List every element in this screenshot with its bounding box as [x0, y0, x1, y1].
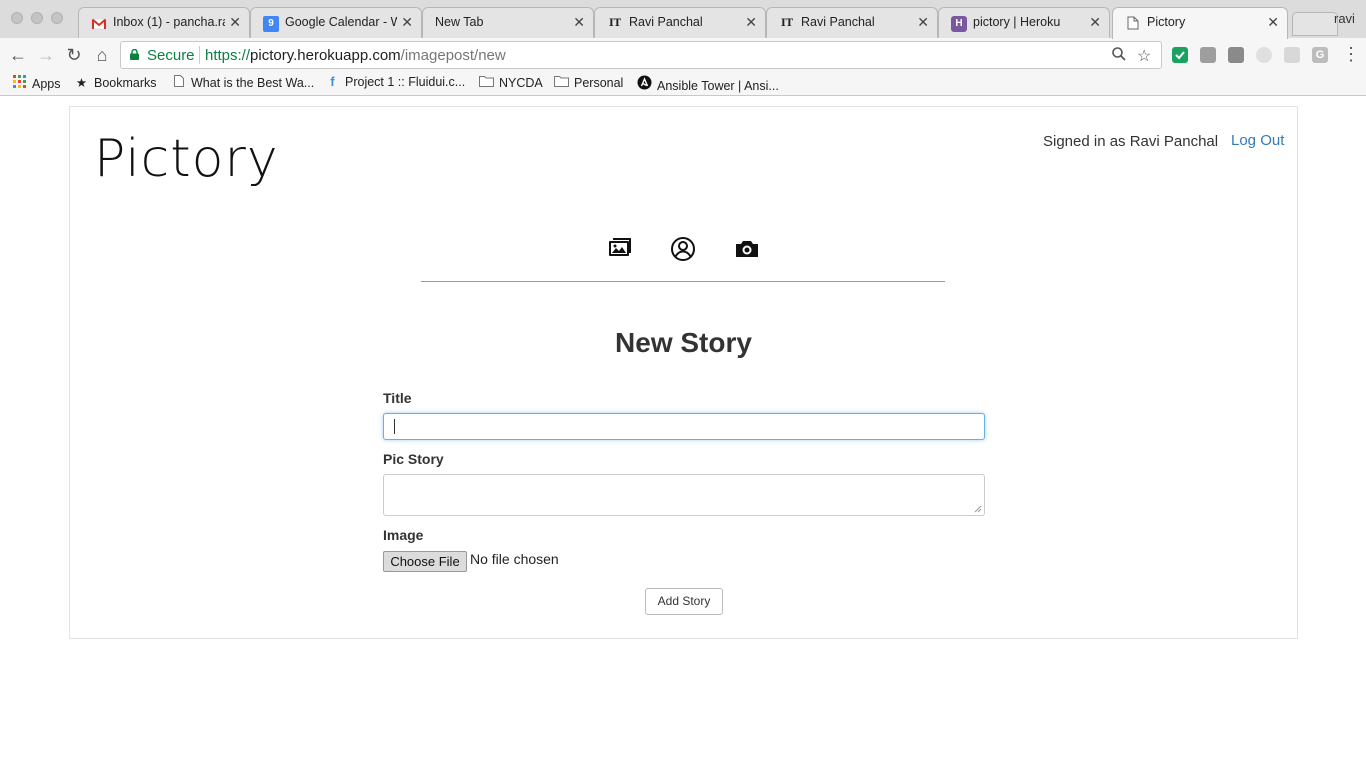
choose-file-button[interactable]: Choose File	[383, 551, 467, 572]
bookmark-bookmarks[interactable]: ★ Bookmarks	[74, 75, 157, 90]
bookmark-ansible-tower[interactable]: Ansible Tower | Ansi...	[637, 75, 779, 93]
it-icon: IT	[608, 18, 622, 29]
add-story-button[interactable]: Add Story	[645, 588, 723, 615]
tab-close-icon[interactable]: ✕	[573, 14, 585, 31]
calendar-icon: 9	[263, 16, 279, 32]
home-icon[interactable]: ⌂	[91, 44, 113, 66]
resize-grip-icon[interactable]	[974, 505, 982, 513]
tab-pictory-active[interactable]: Pictory ✕	[1112, 7, 1288, 39]
apps-grid-icon	[12, 75, 27, 91]
page-title: New Story	[615, 327, 752, 358]
extension-g-icon[interactable]: G	[1312, 47, 1328, 63]
back-arrow-icon[interactable]: ←	[7, 44, 29, 66]
tab-title: Ravi Panchal	[629, 15, 703, 29]
tab-close-icon[interactable]: ✕	[917, 14, 929, 31]
address-separator	[199, 46, 200, 64]
bookmark-project-1[interactable]: f Project 1 :: Fluidui.c...	[325, 75, 465, 89]
browser-toolbar: ← → ↻ ⌂ Secure https://pictory.herokuapp…	[0, 38, 1366, 72]
extension-pocket-icon[interactable]	[1228, 47, 1244, 63]
pic-story-label: Pic Story	[383, 451, 444, 467]
bookmark-personal[interactable]: Personal	[554, 75, 623, 90]
url-path: /imagepost/new	[400, 47, 506, 64]
bookmark-nycda[interactable]: NYCDA	[479, 75, 543, 90]
extension-circle-icon[interactable]	[1256, 47, 1272, 63]
tab-close-icon[interactable]: ✕	[745, 14, 757, 31]
window-close-dot[interactable]	[11, 12, 23, 24]
page-icon	[1125, 16, 1141, 32]
tab-title: Ravi Panchal	[801, 15, 875, 29]
bookmark-what-is-the-best[interactable]: What is the Best Wa...	[171, 75, 314, 90]
bookmarks-bar: Apps ★ Bookmarks What is the Best Wa... f…	[0, 72, 1366, 96]
forward-arrow-icon[interactable]: →	[35, 44, 57, 66]
secure-label: Secure	[147, 47, 195, 64]
url-scheme: https://	[205, 47, 251, 64]
url-host: pictory.herokuapp.com	[250, 47, 401, 64]
profile-name[interactable]: ravi	[1334, 11, 1355, 26]
tab-new-tab[interactable]: New Tab ✕	[422, 7, 594, 38]
nav-divider	[421, 281, 945, 282]
tab-gmail[interactable]: Inbox (1) - pancha.ra ✕	[78, 7, 250, 38]
page-container: Pictory Signed in as Ravi Panchal Log Ou…	[69, 106, 1298, 639]
camera-icon[interactable]	[734, 236, 760, 262]
heroku-icon: H	[951, 16, 967, 32]
zoom-search-icon[interactable]	[1111, 46, 1127, 67]
tab-close-icon[interactable]: ✕	[1089, 14, 1101, 31]
site-logo[interactable]: Pictory	[94, 129, 279, 189]
new-tab-button[interactable]	[1292, 12, 1338, 36]
tab-close-icon[interactable]: ✕	[401, 14, 413, 31]
extension-check-icon[interactable]	[1172, 47, 1188, 63]
tab-title: Google Calendar - W	[285, 15, 397, 29]
reload-icon[interactable]: ↻	[63, 44, 85, 66]
fluid-icon: f	[330, 75, 335, 89]
title-label: Title	[383, 390, 412, 406]
window-minimize-dot[interactable]	[31, 12, 43, 24]
pic-story-textarea[interactable]	[383, 474, 985, 516]
signed-in-text: Signed in as Ravi Panchal	[1043, 133, 1219, 150]
tab-google-calendar[interactable]: 9 Google Calendar - W ✕	[250, 7, 422, 38]
browser-menu-icon[interactable]: ⋮	[1342, 44, 1360, 65]
tab-close-icon[interactable]: ✕	[1267, 14, 1279, 31]
url-text: https://pictory.herokuapp.com/imagepost/…	[205, 47, 506, 64]
title-input[interactable]	[383, 413, 985, 440]
tab-close-icon[interactable]: ✕	[229, 14, 241, 31]
window-zoom-dot[interactable]	[51, 12, 63, 24]
gmail-icon	[91, 16, 107, 32]
page-icon	[171, 75, 186, 90]
folder-icon	[554, 75, 569, 90]
tab-ravi-panchal-1[interactable]: IT Ravi Panchal ✕	[594, 7, 766, 38]
tab-heroku[interactable]: H pictory | Heroku ✕	[938, 7, 1110, 38]
gallery-icon[interactable]	[607, 236, 633, 262]
it-icon: IT	[780, 18, 794, 29]
bookmark-apps[interactable]: Apps	[12, 75, 61, 91]
ansible-icon	[637, 75, 652, 93]
star-icon: ★	[75, 76, 88, 90]
profile-icon[interactable]	[670, 236, 696, 262]
browser-tab-strip: Inbox (1) - pancha.ra ✕ 9 Google Calenda…	[0, 0, 1366, 39]
extension-table-icon[interactable]	[1284, 47, 1300, 63]
folder-icon	[479, 75, 494, 90]
tab-ravi-panchal-2[interactable]: IT Ravi Panchal ✕	[766, 7, 938, 38]
address-bar[interactable]: Secure https://pictory.herokuapp.com/ima…	[120, 41, 1162, 69]
tab-title: pictory | Heroku	[973, 15, 1061, 29]
tab-title: New Tab	[435, 15, 484, 29]
tab-title: Pictory	[1147, 15, 1186, 29]
logout-link[interactable]: Log Out	[1231, 132, 1284, 149]
image-label: Image	[383, 527, 424, 543]
text-caret	[394, 419, 395, 434]
bookmark-star-icon[interactable]: ☆	[1137, 46, 1151, 66]
extension-react-icon[interactable]	[1200, 47, 1216, 63]
tab-title: Inbox (1) - pancha.ra	[113, 15, 225, 29]
no-file-text: No file chosen	[470, 551, 559, 567]
lock-icon	[130, 49, 139, 60]
